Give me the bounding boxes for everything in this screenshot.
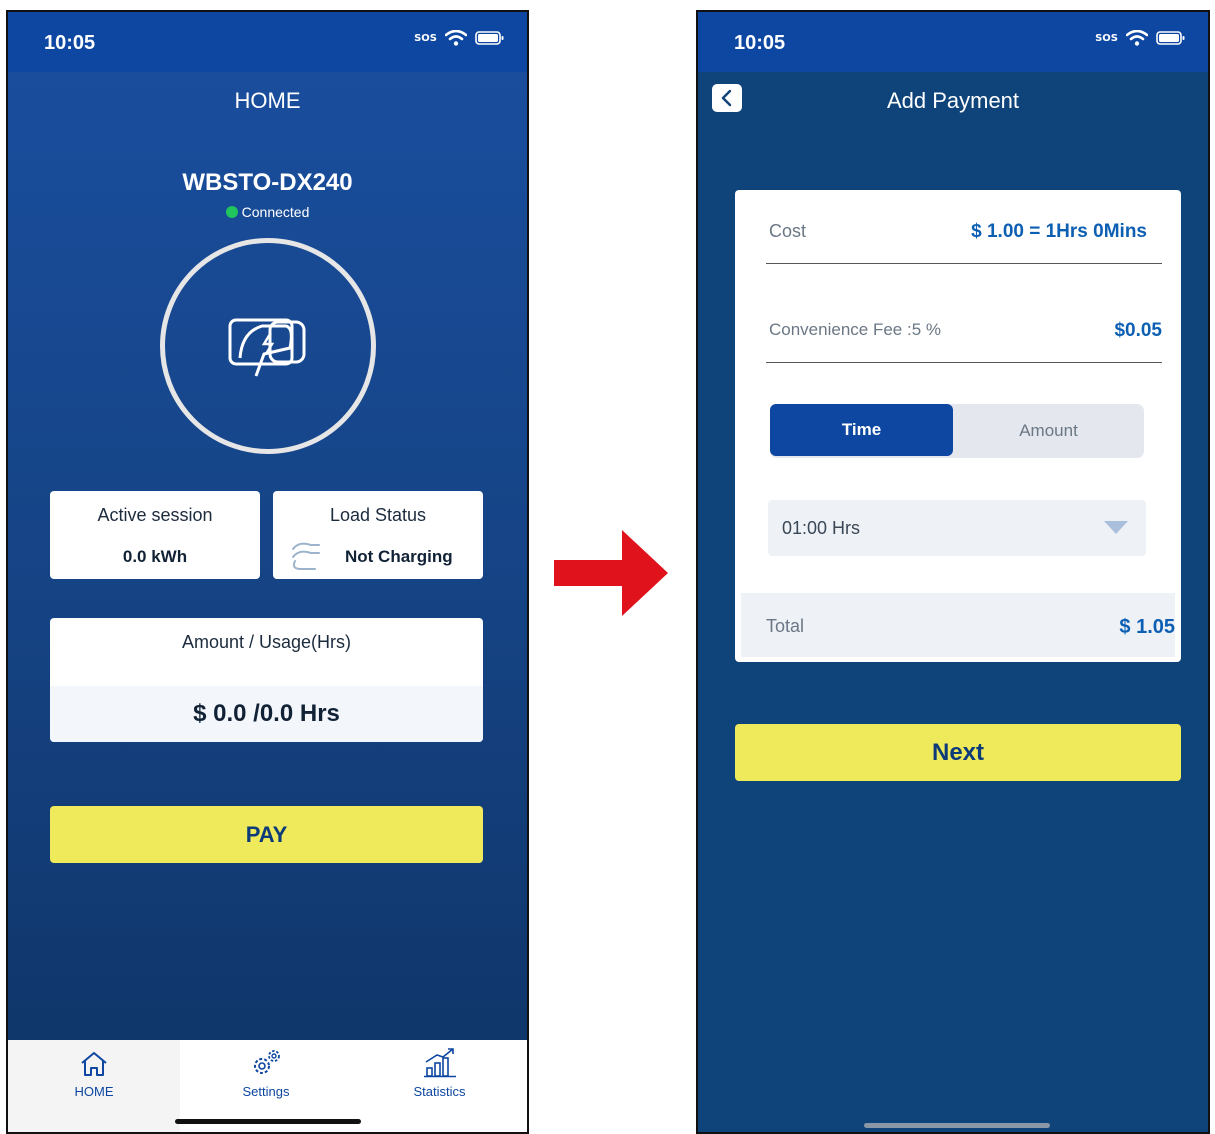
- bottom-nav: HOME Settings Statistics: [8, 1040, 527, 1132]
- nav-label-statistics: Statistics: [413, 1084, 466, 1099]
- battery-icon: [1156, 31, 1185, 45]
- charger-status-ring[interactable]: [160, 238, 376, 454]
- cost-divider: [766, 263, 1162, 264]
- status-bar: 10:05 SOS: [698, 12, 1208, 72]
- home-screen: 10:05 SOS HOME WBSTO-DX240 Connected Act…: [6, 10, 529, 1134]
- pay-button[interactable]: PAY: [50, 806, 483, 863]
- total-row: Total $ 1.05: [741, 593, 1175, 657]
- device-name: WBSTO-DX240: [182, 169, 353, 196]
- status-time: 10:05: [734, 32, 786, 54]
- settings-gear-icon: [254, 1050, 280, 1074]
- add-payment-screen: 10:05 SOS Add Payment Cost $ 1.00 = 1Hrs…: [696, 10, 1210, 1134]
- wifi-icon: [445, 30, 467, 46]
- page-title: HOME: [234, 88, 301, 113]
- home-indicator: [864, 1123, 1050, 1128]
- sos-indicator: SOS: [1095, 32, 1118, 44]
- status-icons: SOS: [1095, 30, 1186, 46]
- connection-status: Connected: [8, 204, 527, 220]
- total-value: $ 1.05: [1119, 616, 1175, 638]
- convenience-fee-label: Convenience Fee :5 %: [769, 320, 941, 339]
- charging-cable-icon: [292, 542, 320, 570]
- load-status-label: Load Status: [329, 505, 427, 525]
- nav-item-statistics[interactable]: Statistics: [352, 1040, 527, 1132]
- nav-label-settings: Settings: [242, 1084, 290, 1099]
- cost-label: Cost: [769, 221, 807, 241]
- page-title: Add Payment: [886, 88, 1020, 113]
- dropdown-triangle-icon: [1104, 521, 1128, 534]
- status-time: 10:05: [44, 32, 96, 54]
- duration-select[interactable]: 01:00 Hrs: [768, 500, 1146, 556]
- status-icons: SOS: [414, 30, 505, 46]
- toggle-amount[interactable]: Amount: [953, 404, 1144, 458]
- payment-card: Cost $ 1.00 = 1Hrs 0Mins Convenience Fee…: [735, 190, 1181, 662]
- status-bar: 10:05 SOS: [8, 12, 527, 72]
- nav-label-home: HOME: [74, 1084, 114, 1099]
- transition-arrow-icon: [554, 530, 668, 616]
- wifi-icon: [1126, 30, 1148, 46]
- amount-usage-value: $ 0.0 /0.0 Hrs: [193, 700, 340, 727]
- active-session-label: Active session: [97, 505, 213, 525]
- amount-usage-value-panel: $ 0.0 /0.0 Hrs: [50, 686, 483, 742]
- connected-dot-icon: [225, 206, 238, 218]
- nav-item-home[interactable]: HOME: [8, 1040, 180, 1132]
- amount-usage-card: Amount / Usage(Hrs) $ 0.0 /0.0 Hrs: [50, 618, 483, 742]
- home-icon: [81, 1052, 107, 1076]
- statistics-chart-icon: [423, 1048, 456, 1078]
- load-status-card: Load Status Not Charging: [273, 491, 483, 579]
- sos-indicator: SOS: [414, 32, 437, 44]
- toggle-time[interactable]: Time: [770, 404, 953, 456]
- ev-charger-plug-icon: [228, 318, 306, 377]
- active-session-value: 0.0 kWh: [122, 547, 188, 566]
- amount-usage-label: Amount / Usage(Hrs): [181, 632, 352, 652]
- duration-select-value: 01:00 Hrs: [782, 518, 861, 538]
- convenience-fee-value: $0.05: [1114, 320, 1162, 341]
- home-indicator: [174, 1119, 361, 1124]
- cost-value: $ 1.00 = 1Hrs 0Mins: [971, 221, 1147, 242]
- time-amount-toggle: Time Amount: [770, 404, 1144, 458]
- next-button[interactable]: Next: [735, 724, 1181, 781]
- fee-divider: [766, 362, 1162, 363]
- connection-status-label: Connected: [241, 204, 310, 220]
- battery-icon: [475, 31, 504, 45]
- active-session-card: Active session 0.0 kWh: [50, 491, 260, 579]
- total-label: Total: [766, 616, 805, 636]
- load-status-value: Not Charging: [345, 547, 453, 566]
